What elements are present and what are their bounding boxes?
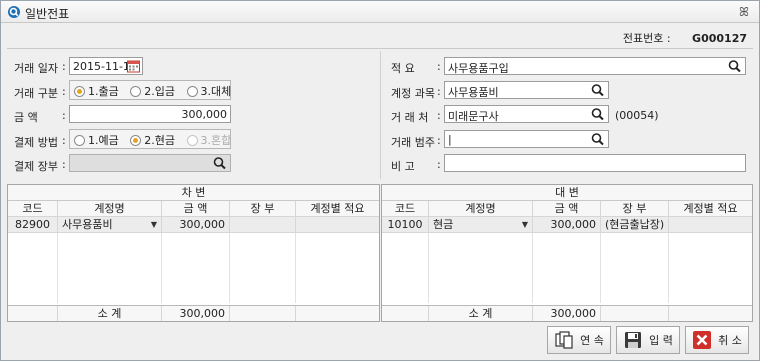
subtotal-amount: 300,000 — [162, 306, 230, 321]
cell-amount: 300,000 — [162, 217, 230, 232]
voucher-number: G000127 — [692, 32, 747, 45]
date-input[interactable]: 2015-11-18 — [69, 57, 143, 75]
col-code: 코드 — [8, 201, 58, 216]
search-icon[interactable] — [590, 132, 606, 146]
debit-grid: 차 변 코드 계정명 금 액 장 부 계정별 적요 82900 사무용품비 ▼ 3… — [7, 184, 380, 322]
cell-ledger — [230, 217, 296, 232]
note-label: 비 고 — [391, 160, 415, 173]
cell-code: 10100 — [382, 217, 429, 232]
save-icon — [625, 332, 642, 348]
payment-option-bank[interactable]: 1.예금 — [74, 132, 119, 148]
voucher-number-label: 전표번호 : — [622, 32, 671, 45]
account-label: 계정 과목 — [391, 87, 435, 100]
subtotal-label: 소 계 — [58, 306, 162, 321]
copy-icon — [555, 331, 573, 349]
form-divider — [380, 51, 381, 179]
col-ledger: 장 부 — [601, 201, 669, 216]
col-account-name: 계정명 — [429, 201, 533, 216]
search-icon[interactable] — [727, 59, 743, 73]
category-input[interactable]: | — [444, 130, 609, 148]
account-input[interactable]: 사무용품비 — [444, 81, 609, 99]
partner-label: 거 래 처 — [391, 111, 429, 124]
type-label: 거래 구분 — [14, 87, 58, 100]
table-row[interactable]: 10100 현금 ▼ 300,000 (현금출납장) — [382, 217, 752, 233]
partner-code: (00054) — [615, 109, 659, 122]
title-bar: 일반전표 ꕤ — [1, 1, 759, 23]
credit-grid: 대 변 코드 계정명 금 액 장 부 계정별 적요 10100 현금 ▼ 300,… — [381, 184, 753, 322]
type-option-transfer[interactable]: 3.대체 — [186, 83, 231, 99]
radio-dot — [74, 85, 85, 97]
payment-radio-group: 1.예금 2.현금 3.혼합 — [69, 129, 231, 149]
note-input[interactable] — [444, 154, 746, 172]
enter-button[interactable]: 입 력 — [616, 326, 680, 354]
cell-account-name[interactable]: 현금 ▼ — [429, 217, 533, 232]
calendar-icon[interactable] — [127, 59, 140, 73]
voucher-number-row: 전표번호 : G000127 — [623, 30, 747, 46]
credit-header-row: 코드 계정명 금 액 장 부 계정별 적요 — [382, 201, 752, 217]
col-account-name: 계정명 — [58, 201, 162, 216]
cell-code: 82900 — [8, 217, 58, 232]
col-amount: 금 액 — [162, 201, 230, 216]
col-memo: 계정별 적요 — [310, 202, 365, 215]
dropdown-arrow-icon[interactable]: ▼ — [522, 217, 528, 232]
cancel-label: 취 소 — [718, 334, 742, 347]
cell-account-name[interactable]: 사무용품비 ▼ — [58, 217, 162, 232]
col-memo: 계정별 적요 — [683, 202, 738, 215]
radio-dot — [74, 134, 85, 146]
radio-dot — [130, 134, 142, 146]
type-radio-group: 1.출금 2.입금 3.대체 — [69, 80, 231, 100]
enter-label: 입 력 — [649, 334, 673, 347]
amount-input[interactable]: 300,000 — [69, 105, 231, 123]
type-option-deposit[interactable]: 2.입금 — [130, 83, 175, 99]
debit-header-row: 코드 계정명 금 액 장 부 계정별 적요 — [8, 201, 379, 217]
category-label: 거래 범주 — [391, 136, 435, 149]
search-icon[interactable] — [590, 107, 606, 121]
debit-subtotal-row: 소 계 300,000 — [8, 305, 379, 321]
magnifier-icon — [8, 6, 20, 18]
divider — [7, 48, 753, 49]
subtotal-label: 소 계 — [429, 306, 533, 321]
table-row[interactable]: 82900 사무용품비 ▼ 300,000 — [8, 217, 379, 233]
credit-subtotal-row: 소 계 300,000 — [382, 305, 752, 321]
search-icon[interactable] — [212, 156, 228, 170]
payment-option-cash[interactable]: 2.현금 — [130, 132, 175, 148]
amount-label: 금 액 — [14, 111, 38, 124]
voucher-window: 일반전표 ꕤ 전표번호 : G000127 거래 일자 : 2015-11-18… — [0, 0, 760, 361]
payment-label: 결제 방법 — [14, 136, 58, 149]
col-amount: 금 액 — [533, 201, 601, 216]
credit-title: 대 변 — [382, 185, 752, 201]
cell-memo — [669, 217, 752, 232]
window-title: 일반전표 — [25, 7, 70, 21]
cancel-x-icon — [693, 331, 712, 349]
credit-empty-rows — [382, 233, 752, 303]
ledger-input — [69, 154, 231, 172]
continue-label: 연 속 — [580, 334, 604, 347]
radio-dot — [186, 85, 198, 97]
debit-empty-rows — [8, 233, 379, 303]
dropdown-arrow-icon[interactable]: ▼ — [151, 217, 157, 232]
subtotal-amount: 300,000 — [533, 306, 601, 321]
cancel-button[interactable]: 취 소 — [685, 326, 749, 354]
cell-ledger: (현금출납장) — [601, 217, 669, 232]
partner-input[interactable]: 미래문구사 — [444, 105, 609, 123]
radio-dot — [186, 134, 198, 146]
ledger-label: 결제 장부 — [14, 160, 58, 173]
summary-input[interactable]: 사무용품구입 — [444, 57, 746, 75]
col-code: 코드 — [382, 201, 429, 216]
type-option-withdraw[interactable]: 1.출금 — [74, 83, 119, 99]
cell-memo — [296, 217, 379, 232]
debit-title: 차 변 — [8, 185, 379, 201]
continue-button[interactable]: 연 속 — [547, 326, 611, 354]
search-icon[interactable] — [590, 83, 606, 97]
summary-label: 적 요 — [391, 62, 415, 75]
cell-amount: 300,000 — [533, 217, 601, 232]
payment-option-mixed: 3.혼합 — [186, 132, 231, 148]
date-label: 거래 일자 — [14, 62, 58, 75]
close-icon[interactable]: ꕤ — [739, 5, 749, 20]
col-ledger: 장 부 — [230, 201, 296, 216]
radio-dot — [130, 85, 142, 97]
